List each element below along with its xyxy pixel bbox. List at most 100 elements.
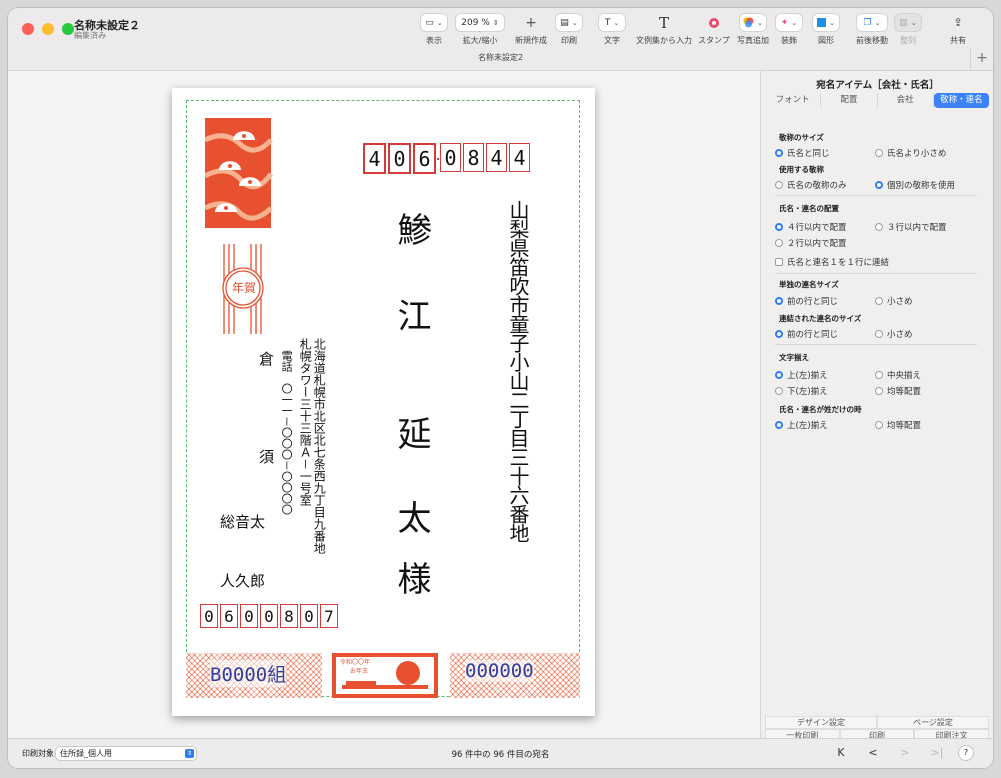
- layers-icon: ❐: [863, 17, 872, 28]
- radio-icon: [775, 371, 783, 379]
- section-title: 敬称のサイズ: [779, 133, 824, 142]
- previous-record-button[interactable]: <: [859, 745, 887, 760]
- radio-layout-4-lines[interactable]: ４行以内で配置: [775, 221, 847, 233]
- text-icon: T: [604, 17, 611, 28]
- radio-honor-use-name-only[interactable]: 氏名の敬称のみ: [775, 179, 847, 191]
- photos-icon: [743, 17, 754, 28]
- order-tool[interactable]: ❐ ⌄ 前後移動: [856, 14, 888, 46]
- radio-surname-only-justify[interactable]: 均等配置: [875, 419, 921, 431]
- window-controls: [22, 23, 74, 35]
- stamp-icon: [708, 17, 719, 28]
- zoom-window-button[interactable]: [62, 23, 74, 35]
- sender-address-line-2[interactable]: 札幌タワー三十三階Ａ－一号室: [298, 338, 312, 506]
- radio-icon: [775, 387, 783, 395]
- radio-icon: [875, 421, 883, 429]
- radio-honor-size-same[interactable]: 氏名と同じ: [775, 147, 830, 159]
- radio-joined-size-same[interactable]: 前の行と同じ: [775, 328, 838, 340]
- tab-honorific[interactable]: 敬称・連名: [933, 93, 989, 108]
- radio-icon: [775, 421, 783, 429]
- close-window-button[interactable]: [22, 23, 34, 35]
- share-icon: ⇪: [953, 16, 963, 29]
- postage-stamp-image: [205, 118, 273, 228]
- recipient-given-1[interactable]: 延: [387, 416, 436, 450]
- radio-single-size-small[interactable]: 小さめ: [875, 295, 913, 307]
- align-icon: ▥: [899, 17, 908, 28]
- radio-align-bottom[interactable]: 下(左)揃え: [775, 385, 828, 397]
- radio-icon: [775, 239, 783, 247]
- sparkle-icon: ✦: [780, 17, 789, 28]
- nenga-label: 年賀: [231, 281, 256, 295]
- view-tool[interactable]: ▭ ⌄ 表示: [421, 14, 447, 46]
- first-record-button[interactable]: K: [827, 745, 855, 760]
- chevron-down-icon: ⌄: [910, 18, 917, 27]
- new-tab-button[interactable]: +: [970, 48, 993, 70]
- page-settings-button[interactable]: ページ設定: [877, 716, 989, 729]
- radio-icon: [875, 387, 883, 395]
- radio-icon: [775, 330, 783, 338]
- radio-layout-3-lines[interactable]: ３行以内で配置: [875, 221, 947, 233]
- checkbox-join-names[interactable]: 氏名と連名１を１行に連結: [775, 256, 889, 268]
- section-title: 連結された連名のサイズ: [779, 314, 862, 323]
- sender-given-1[interactable]: 総音太: [220, 511, 265, 532]
- next-record-button[interactable]: >: [891, 745, 919, 760]
- tab-font[interactable]: フォント: [765, 93, 822, 108]
- last-record-button[interactable]: >|: [923, 745, 951, 760]
- template-tool[interactable]: T 文例集から入力: [636, 14, 692, 46]
- recipient-address[interactable]: 山梨県笛吹市童子小山二丁目三十六番地: [506, 200, 530, 542]
- stepper-icon: ⇕: [492, 18, 499, 27]
- recipient-surname-2[interactable]: 江: [387, 298, 436, 332]
- radio-align-top[interactable]: 上(左)揃え: [775, 369, 828, 381]
- divider: [775, 195, 977, 196]
- sender-zip: 0 6 0 0 8 0 7: [200, 604, 338, 628]
- tab-company[interactable]: 会社: [878, 93, 934, 108]
- minimize-window-button[interactable]: [42, 23, 54, 35]
- inspector-title: 宛名アイテム［会社・氏名］: [816, 80, 939, 91]
- inspector-tabs: フォント 配置 会社 敬称・連名: [765, 93, 989, 108]
- recipient-surname-1[interactable]: 鯵: [387, 212, 436, 246]
- radio-icon: [775, 181, 783, 189]
- document-status: 編集済み: [74, 31, 106, 40]
- checkbox-icon: [775, 258, 783, 266]
- arrange-tool[interactable]: ▥ ⌄ 整列: [895, 14, 921, 46]
- sender-surname[interactable]: 倉 須: [256, 351, 277, 498]
- radio-icon: [875, 297, 883, 305]
- chevron-down-icon: ⌄: [613, 18, 620, 27]
- radio-single-size-same[interactable]: 前の行と同じ: [775, 295, 838, 307]
- radio-align-center[interactable]: 中央揃え: [875, 369, 921, 381]
- radio-layout-2-lines[interactable]: ２行以内で配置: [775, 237, 847, 249]
- radio-align-justify[interactable]: 均等配置: [875, 385, 921, 397]
- sender-phone[interactable]: 電話 〇一一－〇〇〇－〇〇〇〇: [280, 350, 293, 515]
- inspector-panel: 宛名アイテム［会社・氏名］ フォント 配置 会社 敬称・連名 敬称のサイズ 氏名…: [760, 71, 993, 742]
- template-text-icon: T: [658, 13, 669, 32]
- section-title: 氏名・連名が姓だけの時: [779, 405, 862, 414]
- design-settings-button[interactable]: デザイン設定: [765, 716, 877, 729]
- radio-honor-size-small[interactable]: 氏名より小さめ: [875, 147, 946, 159]
- text-tool[interactable]: T ⌄ 文字: [599, 14, 625, 46]
- settings-row: デザイン設定 ページ設定: [765, 716, 989, 729]
- new-tool[interactable]: + 新規作成: [515, 14, 547, 46]
- radio-surname-only-top[interactable]: 上(左)揃え: [775, 419, 828, 431]
- printer-icon: ▤: [560, 17, 569, 28]
- recipient-given-2[interactable]: 太: [387, 500, 436, 534]
- stamp-tool[interactable]: スタンプ: [698, 14, 730, 46]
- share-tool[interactable]: ⇪ 共有: [948, 14, 968, 46]
- tab-layout[interactable]: 配置: [821, 93, 878, 108]
- radio-icon: [775, 149, 783, 157]
- radio-honor-use-individual[interactable]: 個別の敬称を使用: [875, 179, 955, 191]
- photo-tool[interactable]: ⌄ 写真追加: [737, 14, 769, 46]
- print-tool[interactable]: ▤ ⌄ 印刷: [556, 14, 582, 46]
- help-button[interactable]: ?: [959, 746, 973, 760]
- sender-address-line-1[interactable]: 北海道札幌市北区北七条西九丁目九番地: [312, 338, 326, 554]
- decor-tool[interactable]: ✦ ⌄ 装飾: [776, 14, 802, 46]
- shape-tool[interactable]: ⌄ 図形: [813, 14, 839, 46]
- sender-given-2[interactable]: 人久郎: [220, 570, 265, 591]
- tab-title: 名称未設定2: [477, 53, 524, 62]
- divider: [775, 273, 977, 274]
- radio-joined-size-small[interactable]: 小さめ: [875, 328, 913, 340]
- section-title: 使用する敬称: [779, 165, 824, 174]
- zoom-tool[interactable]: 209 % ⇕ 拡大/縮小: [456, 14, 504, 46]
- app-window: 名称未設定２ 編集済み ▭ ⌄ 表示 209 % ⇕ 拡大/縮小 + 新規作成 ▤ ⌄…: [8, 8, 993, 768]
- radio-icon: [875, 181, 883, 189]
- square-shape-icon: [817, 18, 827, 27]
- recipient-honorific[interactable]: 様: [387, 561, 436, 595]
